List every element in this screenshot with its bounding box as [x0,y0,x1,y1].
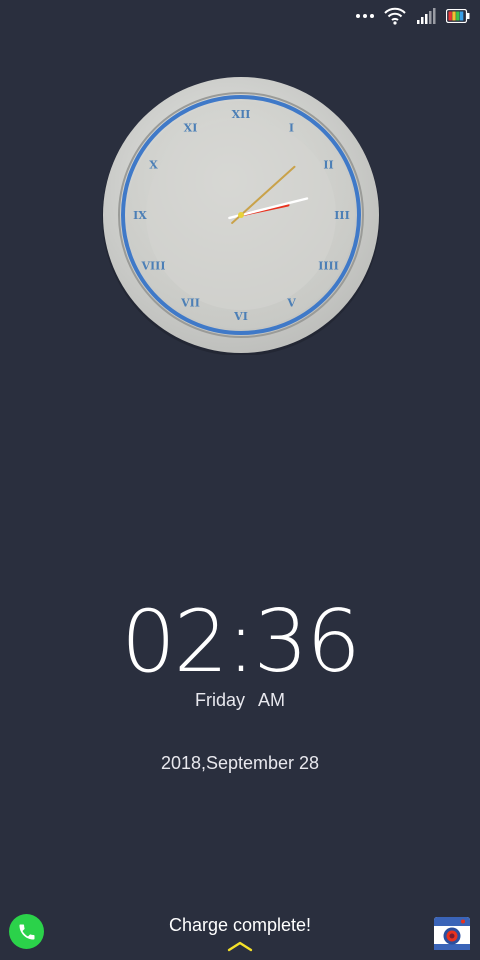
swipe-up-chevron-icon[interactable] [227,940,253,952]
clock-numeral: I [289,122,294,135]
camera-shortcut-button[interactable] [434,915,470,951]
battery-icon [446,9,470,23]
clock-numeral: X [149,159,158,172]
wifi-icon [384,7,406,25]
status-icons [356,7,470,25]
lock-screen: XII I II III IIII V VI VII VIII IX X XI 02:36 Frida… [0,0,480,960]
clock-numeral: IIII [318,260,339,273]
charge-status: Charge complete! [168,915,312,935]
camera-icon [434,917,470,950]
more-dots-icon [356,7,374,25]
clock-numeral: II [323,159,333,172]
date-label: 2018,September 28 [160,753,320,773]
signal-icon [417,8,436,24]
digital-time: 02:36 [121,592,361,692]
clock-numeral: V [286,297,296,310]
clock-numeral: VIII [141,260,166,273]
clock-numeral: III [334,209,349,222]
clock-center-pin [238,212,244,218]
analog-clock: XIIIIIIIIIIIIVVIVIIVIIIIXXXI [102,77,380,355]
clock-numeral: VI [233,310,248,323]
meridiem-label: AM [258,690,286,710]
weekday-label: Friday [194,690,245,710]
day-line: Friday AM [0,690,480,711]
clock-numeral: IX [133,209,147,222]
clock-numeral: XI [184,122,198,135]
clock-numeral: XII [232,108,251,121]
clock-numeral: VII [180,297,200,310]
status-bar [0,0,480,34]
